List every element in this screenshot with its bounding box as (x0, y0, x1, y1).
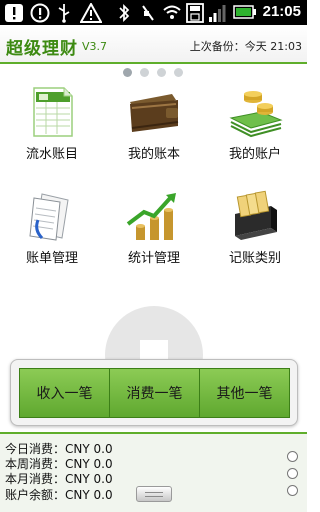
grid-item-categories[interactable]: 记账类别 (205, 190, 305, 280)
page-indicator (123, 68, 183, 77)
growth-chart-icon (126, 190, 182, 242)
status-time: 21:05 (262, 3, 301, 20)
summary-radio[interactable] (287, 485, 298, 496)
save-icon (186, 3, 204, 23)
grid-item-label: 我的账户 (228, 147, 281, 162)
warning-icon (4, 3, 24, 23)
documents-icon (24, 190, 80, 242)
grid-item-statistics[interactable]: 统计管理 (104, 190, 204, 280)
add-income-button[interactable]: 收入一笔 (20, 369, 110, 417)
no-sound-icon (140, 3, 156, 23)
bluetooth-icon (118, 3, 130, 23)
status-bar: 21:05 (0, 0, 307, 25)
app-title: 超级理财 (6, 39, 78, 59)
alert-icon (30, 3, 50, 23)
spreadsheet-icon (24, 86, 80, 138)
add-expense-button[interactable]: 消费一笔 (110, 369, 200, 417)
battery-icon (233, 3, 257, 21)
today-expense-label: 今日消费：CNY 0.0 (5, 442, 113, 456)
grid-item-ledger[interactable]: 我的账本 (104, 86, 204, 176)
add-other-button[interactable]: 其他一笔 (200, 369, 289, 417)
wifi-icon (162, 3, 182, 21)
signal-icon (208, 3, 226, 23)
grid-item-label: 我的账本 (127, 147, 180, 162)
wallet-icon (126, 86, 182, 138)
drawer-handle[interactable] (136, 486, 172, 502)
quick-entry-buttons: 收入一笔 消费一笔 其他一笔 (19, 368, 290, 418)
month-expense-label: 本月消费：CNY 0.0 (5, 472, 113, 486)
grid-item-label: 账单管理 (25, 251, 78, 266)
page-dot[interactable] (174, 68, 183, 77)
last-backup-label: 上次备份：今天 21:03 (189, 40, 302, 53)
week-expense-label: 本周消费：CNY 0.0 (5, 457, 113, 471)
summary-radio[interactable] (287, 451, 298, 462)
summary-radio[interactable] (287, 468, 298, 479)
page-dot[interactable] (157, 68, 166, 77)
grid-item-label: 记账类别 (228, 251, 281, 266)
grid-item-label: 流水账目 (25, 147, 78, 162)
grid-item-label: 统计管理 (127, 251, 180, 266)
grid-item-accounts[interactable]: 我的账户 (205, 86, 305, 176)
quick-entry-bar: 收入一笔 消费一笔 其他一笔 (10, 359, 298, 426)
page-dot[interactable] (140, 68, 149, 77)
page-dot[interactable] (123, 68, 132, 77)
account-balance-label: 账户余额：CNY 0.0 (5, 488, 113, 502)
triangle-warning-icon (80, 3, 102, 23)
grid-item-journal[interactable]: 流水账目 (2, 86, 102, 176)
grid-item-bills[interactable]: 账单管理 (2, 190, 102, 280)
usb-icon (56, 3, 72, 23)
app-version: V3.7 (82, 40, 108, 53)
card-file-icon (227, 190, 283, 242)
app-header: 超级理财 V3.7 上次备份：今天 21:03 (0, 25, 307, 64)
money-stack-icon (227, 86, 283, 138)
